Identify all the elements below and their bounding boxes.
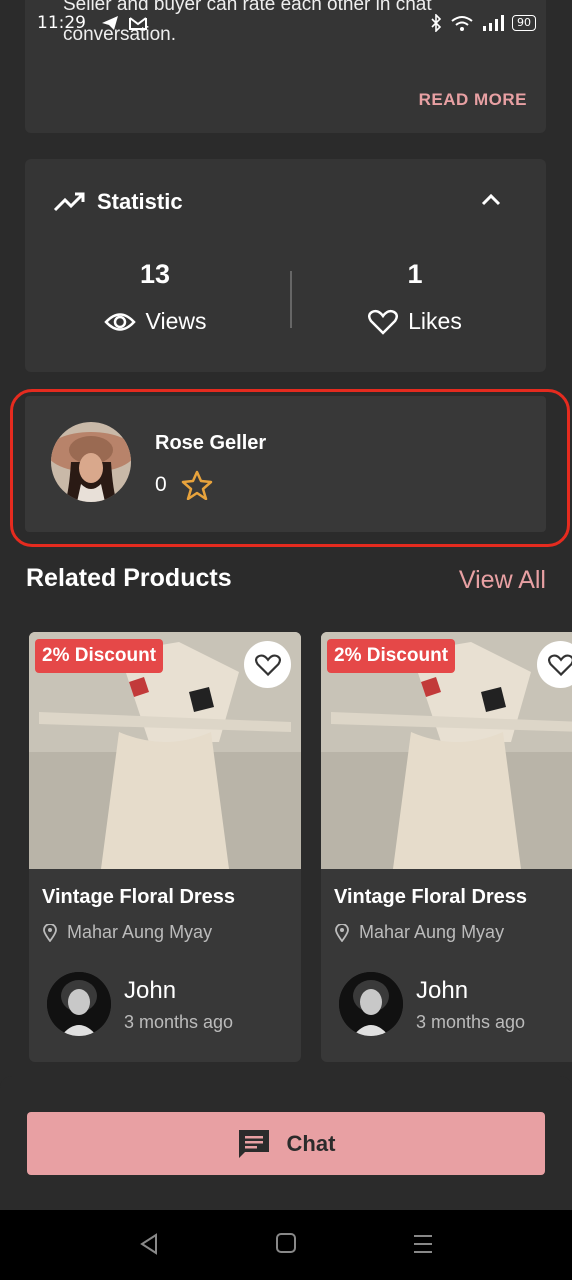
seller-highlight-outline bbox=[10, 389, 570, 547]
product-location: Mahar Aung Myay bbox=[335, 922, 504, 943]
product-user-name: John bbox=[416, 977, 469, 1004]
related-products-title: Related Products bbox=[26, 564, 232, 592]
bluetooth-icon bbox=[431, 14, 442, 32]
product-posted-time: 3 months ago bbox=[416, 1012, 526, 1032]
likes-label: Likes bbox=[408, 308, 462, 334]
location-pin-icon bbox=[43, 923, 57, 942]
heart-icon bbox=[254, 653, 281, 676]
signal-icon bbox=[483, 15, 504, 31]
statistic-title: Statistic bbox=[97, 189, 183, 214]
product-card[interactable]: 2% Discount Vintage Floral Dress Mahar A… bbox=[29, 632, 301, 1062]
product-name: Vintage Floral Dress bbox=[334, 886, 528, 908]
views-stat: 13 Views bbox=[55, 259, 255, 335]
chat-label: Chat bbox=[286, 1130, 336, 1156]
stat-divider bbox=[290, 271, 292, 328]
status-system-icons: 90 bbox=[430, 14, 536, 32]
product-name: Vintage Floral Dress bbox=[42, 886, 236, 908]
chat-button[interactable]: Chat bbox=[27, 1112, 545, 1175]
eye-icon bbox=[103, 312, 136, 331]
discount-badge: 2% Discount bbox=[327, 639, 456, 673]
product-user-avatar bbox=[47, 972, 111, 1036]
status-bar: 11:29 90 bbox=[0, 0, 572, 50]
views-label: Views bbox=[145, 308, 207, 334]
chevron-up-icon[interactable] bbox=[480, 192, 502, 206]
location-text: Mahar Aung Myay bbox=[67, 922, 213, 942]
system-nav-bar bbox=[0, 1210, 572, 1280]
read-more-button[interactable]: READ MORE bbox=[419, 90, 527, 110]
back-icon[interactable] bbox=[138, 1232, 162, 1256]
statistic-card: Statistic 13 Views 1 Likes bbox=[25, 159, 546, 372]
wifi-icon bbox=[451, 16, 473, 31]
view-all-link[interactable]: View All bbox=[459, 566, 546, 595]
menu-icon[interactable] bbox=[411, 1232, 435, 1256]
gmail-icon bbox=[129, 17, 147, 30]
battery-indicator: 90 bbox=[512, 15, 536, 31]
product-card[interactable]: 2% Discount Vintage Floral Dress Mahar A… bbox=[321, 632, 572, 1062]
telegram-icon bbox=[102, 16, 118, 30]
trending-up-icon bbox=[53, 192, 85, 212]
status-time: 11:29 bbox=[37, 13, 86, 33]
product-user-name: John bbox=[124, 977, 177, 1004]
status-notification-icons bbox=[100, 14, 148, 32]
discount-badge: 2% Discount bbox=[35, 639, 164, 673]
product-posted-time: 3 months ago bbox=[124, 1012, 234, 1032]
location-pin-icon bbox=[335, 923, 349, 942]
favorite-button[interactable] bbox=[244, 641, 291, 688]
heart-icon bbox=[547, 653, 572, 676]
likes-count: 1 bbox=[407, 259, 423, 289]
product-user-avatar bbox=[339, 972, 403, 1036]
home-icon[interactable] bbox=[275, 1232, 297, 1254]
chat-icon bbox=[238, 1129, 269, 1158]
location-text: Mahar Aung Myay bbox=[359, 922, 505, 942]
heart-icon bbox=[368, 309, 399, 335]
likes-stat: 1 Likes bbox=[315, 259, 515, 335]
statistic-header: Statistic bbox=[53, 189, 183, 215]
views-count: 13 bbox=[139, 259, 171, 289]
product-location: Mahar Aung Myay bbox=[43, 922, 212, 943]
